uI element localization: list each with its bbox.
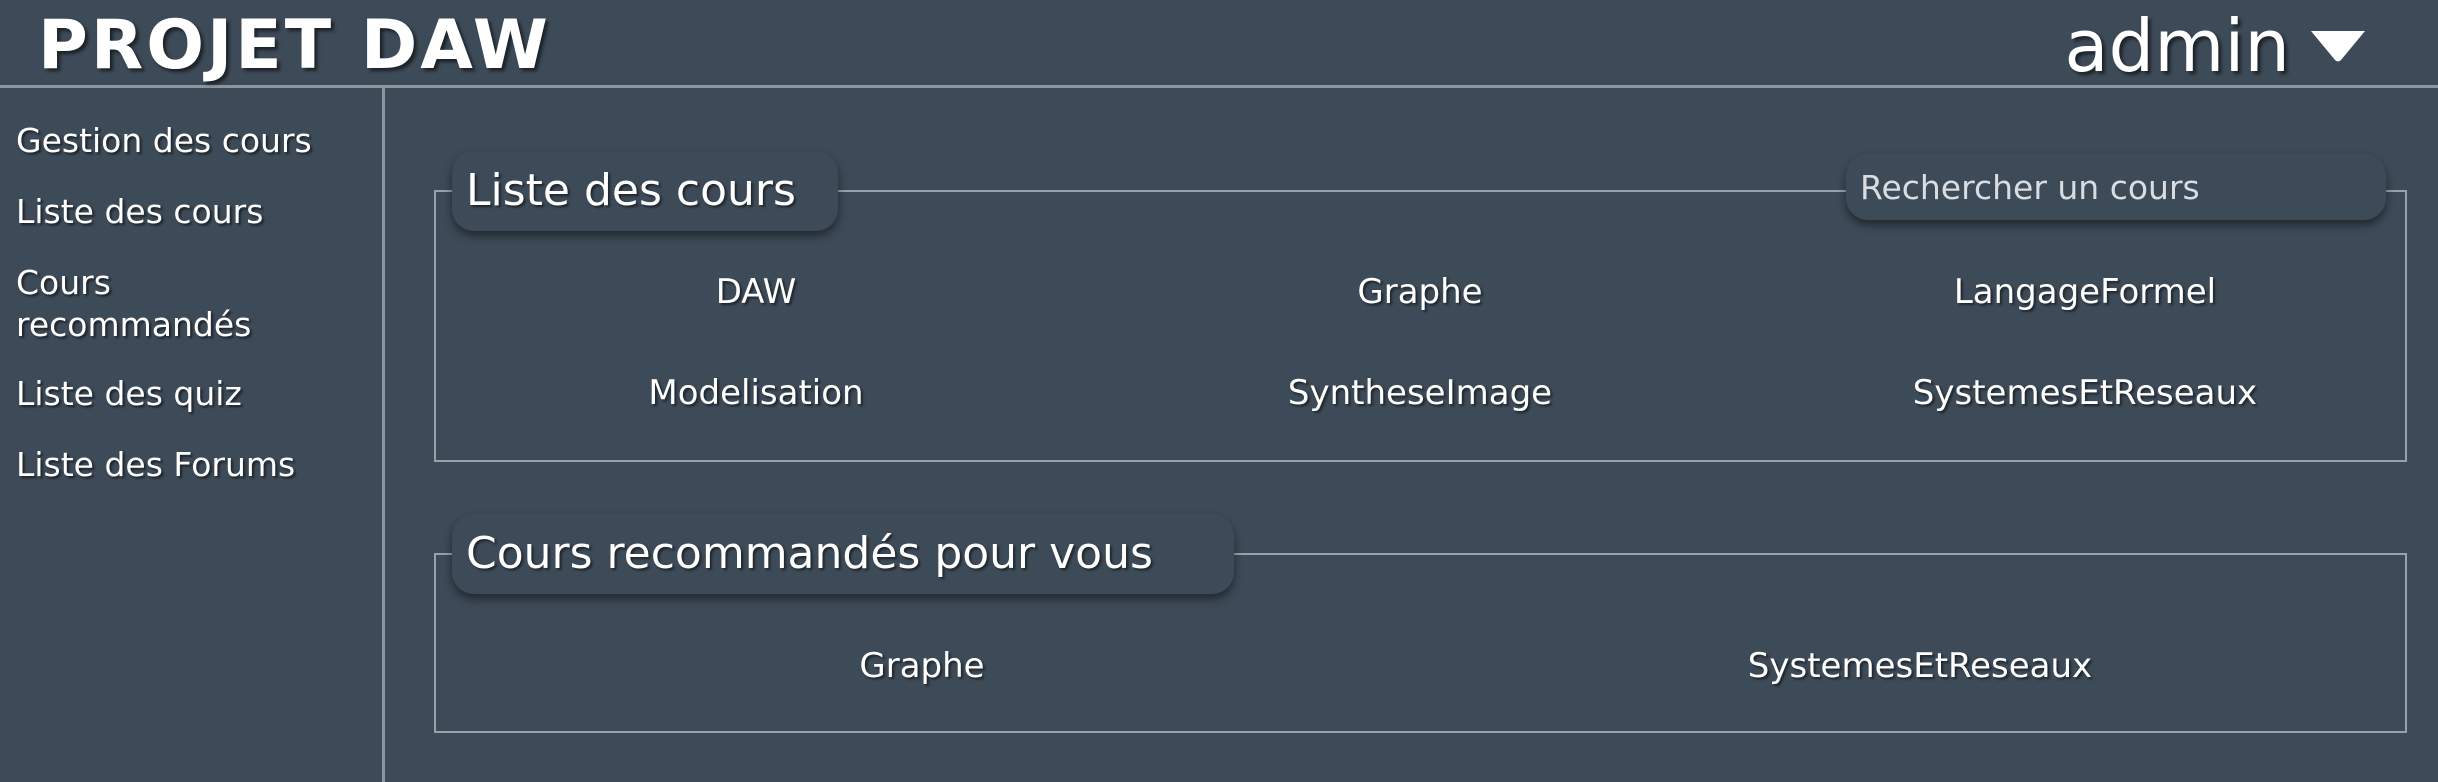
user-menu[interactable]: admin — [2064, 6, 2368, 86]
caret-down-icon[interactable] — [2308, 28, 2368, 64]
app-brand[interactable]: PROJET DAW — [38, 8, 551, 84]
recommended-title: Cours recommandés pour vous — [452, 514, 1234, 594]
sidebar-item-liste-des-forums[interactable]: Liste des Forums — [16, 444, 366, 486]
course-list-title: Liste des cours — [452, 151, 838, 231]
course-link-langageformel[interactable]: LangageFormel — [1885, 270, 2285, 314]
sidebar-item-liste-des-cours[interactable]: Liste des cours — [16, 191, 366, 233]
recommended-course-systemesetreseaux[interactable]: SystemesEtReseaux — [1695, 644, 2145, 688]
top-bar: PROJET DAW admin — [0, 0, 2438, 88]
course-link-graphe[interactable]: Graphe — [1220, 270, 1620, 314]
course-search-box[interactable] — [1846, 154, 2386, 220]
sidebar-item-gestion-des-cours[interactable]: Gestion des cours — [16, 120, 366, 162]
course-search-input[interactable] — [1846, 154, 2386, 220]
course-link-daw[interactable]: DAW — [556, 270, 956, 314]
sidebar-item-cours-recommandes[interactable]: Cours recommandés — [16, 262, 296, 346]
course-link-syntheseimage[interactable]: SyntheseImage — [1220, 371, 1620, 415]
sidebar: Gestion des cours Liste des cours Cours … — [0, 88, 385, 782]
sidebar-item-liste-des-quiz[interactable]: Liste des quiz — [16, 373, 366, 415]
user-name[interactable]: admin — [2064, 6, 2290, 86]
course-link-systemesetreseaux[interactable]: SystemesEtReseaux — [1860, 371, 2310, 415]
course-link-modelisation[interactable]: Modelisation — [556, 371, 956, 415]
recommended-course-graphe[interactable]: Graphe — [722, 644, 1122, 688]
